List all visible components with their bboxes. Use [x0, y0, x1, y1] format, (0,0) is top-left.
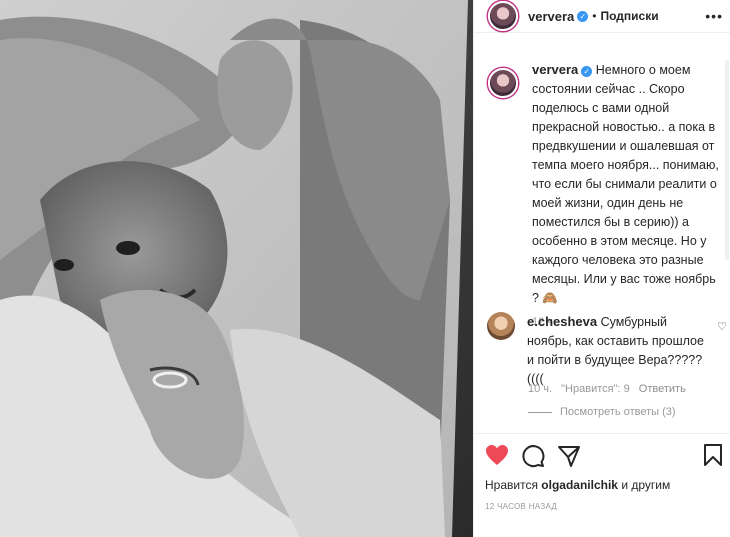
commenter-username[interactable]: e.chesheva — [527, 314, 597, 329]
comment-like-heart-icon[interactable]: ♡ — [717, 320, 727, 333]
post-caption: ververa ✓ Немного о моем состоянии сейчас… — [474, 60, 730, 308]
post-header: ververa ✓ • Подписки ••• — [474, 0, 730, 33]
comment-reply-button[interactable]: Ответить — [639, 383, 686, 395]
author-username[interactable]: ververa — [528, 9, 574, 24]
comments-area: ververa ✓ Немного о моем состоянии сейчас… — [474, 60, 730, 328]
liked-by-user[interactable]: olgadanilchik — [541, 478, 618, 492]
post-actions: Нравится olgadanilchik и другим 12 ЧАСОВ… — [473, 433, 730, 537]
ellipsis-icon[interactable]: ••• — [705, 8, 723, 24]
following-button[interactable]: Подписки — [600, 9, 658, 23]
caption-username[interactable]: ververa — [532, 62, 578, 77]
likes-prefix: Нравится — [485, 478, 538, 492]
commenter-avatar[interactable] — [487, 312, 515, 340]
header-separator: • — [592, 9, 597, 23]
bookmark-icon[interactable] — [704, 444, 722, 471]
post-photo[interactable] — [0, 0, 473, 537]
caption-verified-icon: ✓ — [581, 66, 593, 77]
verified-badge-icon: ✓ — [577, 10, 589, 22]
share-icon[interactable] — [557, 444, 581, 473]
comment-likes-count[interactable]: "Нравится": 9 — [561, 383, 630, 395]
likes-summary: Нравится olgadanilchik и другим — [485, 478, 670, 492]
view-replies-button[interactable]: Посмотреть ответы (3) — [528, 406, 676, 418]
comment-time[interactable]: 10 ч. — [528, 383, 552, 395]
post-time[interactable]: 12 ЧАСОВ НАЗАД — [485, 502, 557, 511]
caption-text: Немного о моем состоянии сейчас .. Скоро… — [532, 63, 719, 305]
heart-icon[interactable] — [485, 444, 509, 473]
comment-icon[interactable] — [521, 444, 545, 473]
comments-scrollbar[interactable] — [725, 60, 729, 260]
replies-divider — [528, 411, 552, 413]
view-replies-label: Посмотреть ответы (3) — [560, 406, 676, 418]
likes-suffix[interactable]: и другим — [621, 478, 670, 492]
author-avatar[interactable] — [488, 1, 518, 31]
comment-item: e.chesheva Сумбурный ноябрь, как оставит… — [487, 312, 727, 389]
comment-meta: 10 ч. "Нравится": 9 Ответить — [528, 383, 692, 395]
caption-avatar[interactable] — [488, 68, 518, 98]
